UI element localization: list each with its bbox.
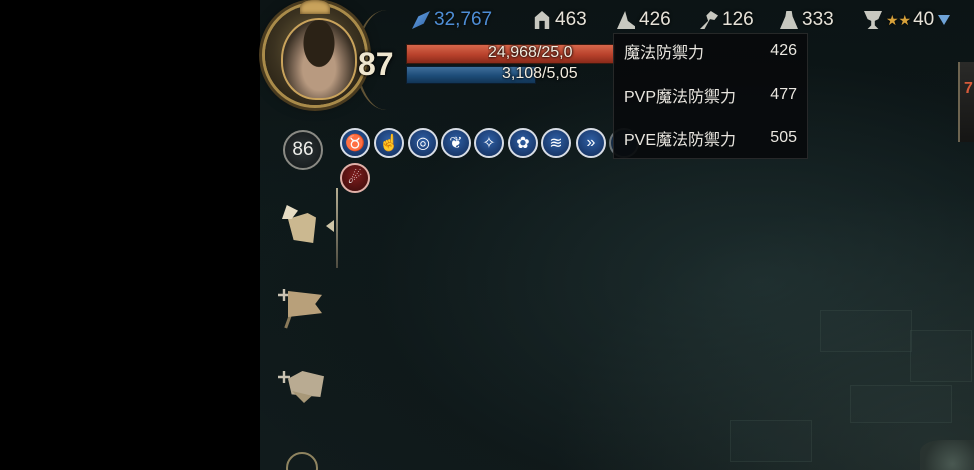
wave-icon[interactable]: ≋ (541, 128, 571, 158)
tooltip-label: 魔法防禦力 (624, 45, 705, 62)
side-panel-number: 7 (964, 80, 973, 97)
quest-menu-button[interactable] (278, 205, 326, 249)
combat-power-value: 32,767 (434, 9, 493, 30)
tooltip-row: PVE魔法防禦力 505 (624, 126, 797, 150)
crest-icon (300, 0, 330, 14)
person-icon (780, 11, 798, 29)
dropdown-triangle-icon[interactable] (938, 15, 951, 25)
buff-level-badge[interactable]: 86 (283, 130, 323, 170)
tooltip-label: PVE魔法防禦力 (624, 132, 737, 149)
star-rating: ★★ (886, 11, 912, 28)
floor-tile (820, 310, 912, 352)
flower-icon[interactable]: ✿ (508, 128, 538, 158)
person-stat-value: 333 (802, 9, 834, 30)
bull-skull-icon[interactable]: ♉ (340, 128, 370, 158)
helmet-icon (534, 11, 550, 29)
magic-defense-tooltip: 魔法防禦力 426 PVP魔法防禦力 477 PVE魔法防禦力 505 (613, 33, 808, 159)
side-panel-edge[interactable] (958, 62, 974, 142)
key-icon (700, 11, 718, 29)
leaf-shield-icon[interactable]: ❦ (441, 128, 471, 158)
menu-divider (336, 188, 338, 268)
trophy-icon (864, 11, 882, 29)
hp-text: 24,968/25,0 (488, 44, 573, 61)
minimap-corner[interactable] (920, 440, 974, 470)
floor-tile (730, 420, 812, 462)
combat-power-stat[interactable]: 32,767 (412, 8, 492, 32)
person-stat[interactable]: 333 (780, 8, 834, 32)
trophy-stat[interactable]: ★★ 40 (864, 8, 951, 32)
party-menu-button[interactable] (278, 365, 326, 409)
magic-defense-value: 426 (639, 9, 671, 30)
flame-figure-icon[interactable]: ☄ (340, 163, 370, 193)
tooltip-row: 魔法防禦力 426 (624, 39, 797, 63)
guild-menu-button[interactable] (278, 285, 326, 329)
key-stat-value: 126 (722, 9, 754, 30)
floor-tile (910, 330, 972, 382)
tooltip-label: PVP魔法防禦力 (624, 89, 737, 106)
collapse-arrow-icon[interactable] (326, 220, 334, 232)
trophy-value: 40 (913, 9, 935, 30)
physical-defense-stat[interactable]: 463 (533, 8, 587, 32)
physical-defense-value: 463 (555, 9, 587, 30)
magic-defense-stat[interactable]: 426 (617, 8, 671, 32)
target-ring-icon[interactable]: ◎ (408, 128, 438, 158)
character-portrait[interactable] (281, 18, 357, 100)
key-stat[interactable]: 126 (700, 8, 754, 32)
character-level: 87 (358, 46, 394, 82)
party-icon (288, 371, 324, 397)
wizard-hat-icon (617, 11, 635, 29)
tooltip-row: PVP魔法防禦力 477 (624, 83, 797, 107)
tooltip-value: 505 (770, 129, 797, 146)
tooltip-value: 426 (770, 42, 797, 59)
flag-icon (288, 291, 322, 317)
swirl-icon[interactable]: ✧ (474, 128, 504, 158)
game-screen: 87 24,968/25,0 3,108/5,05 32,767 463 426… (0, 0, 974, 470)
hand-icon[interactable]: ☝ (374, 128, 404, 158)
plus-icon (278, 371, 290, 383)
quill-icon (412, 11, 430, 29)
mp-text: 3,108/5,05 (502, 65, 578, 82)
tooltip-value: 477 (770, 86, 797, 103)
double-arrow-icon[interactable]: » (576, 128, 606, 158)
floor-tile (850, 385, 952, 423)
